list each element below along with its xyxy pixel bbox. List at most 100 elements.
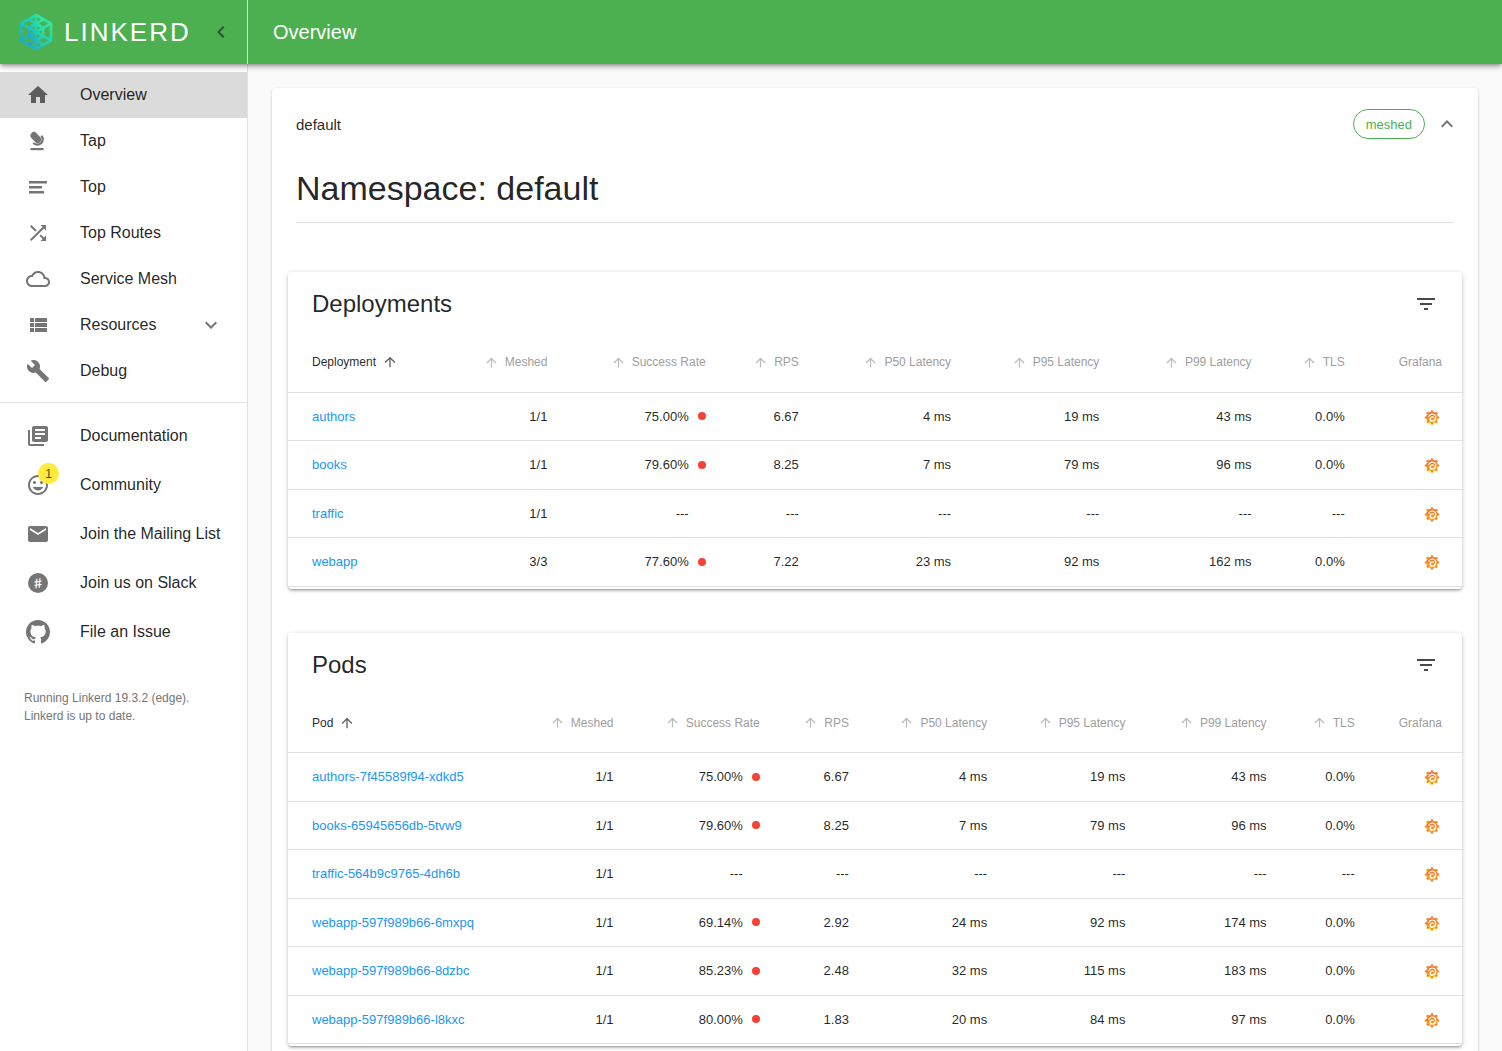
column-header-deployment[interactable]: Deployment: [288, 333, 468, 392]
home-icon: [26, 83, 50, 107]
rps-cell: 7.22: [706, 538, 799, 587]
p95-cell: 19 ms: [987, 753, 1125, 802]
chevron-down-icon[interactable]: [199, 313, 223, 337]
meshed-cell: 1/1: [468, 441, 547, 490]
resource-link[interactable]: authors: [312, 409, 355, 424]
column-header-success-rate[interactable]: Success Rate: [614, 694, 760, 753]
p99-cell: 97 ms: [1125, 995, 1266, 1044]
column-header-grafana[interactable]: Grafana: [1345, 333, 1464, 392]
column-header-p99-latency[interactable]: P99 Latency: [1099, 333, 1251, 392]
filter-icon[interactable]: [1414, 292, 1438, 316]
sidebar-item-tap[interactable]: Tap: [0, 118, 247, 164]
sidebar-item-top[interactable]: Top: [0, 164, 247, 210]
pods-row-webapp-597f989b66-l8kxc: webapp-597f989b66-l8kxc1/180.00%1.8320 m…: [288, 995, 1464, 1044]
tls-cell: 0.0%: [1267, 801, 1355, 850]
resource-link[interactable]: webapp: [312, 554, 358, 569]
rps-cell: 6.67: [706, 392, 799, 441]
tls-cell: 0.0%: [1252, 441, 1345, 490]
sidebar-item-resources[interactable]: Resources: [0, 302, 247, 348]
tls-cell: 0.0%: [1267, 947, 1355, 996]
sort-arrow-icon: [1164, 355, 1179, 370]
pods-row-authors-7f45589f94-xdkd5: authors-7f45589f94-xdkd51/175.00%6.674 m…: [288, 753, 1464, 802]
sort-arrow-icon: [611, 355, 626, 370]
sidebar-item-debug[interactable]: Debug: [0, 348, 247, 394]
grafana-icon[interactable]: [1424, 1012, 1440, 1028]
column-header-meshed[interactable]: Meshed: [468, 333, 547, 392]
sidebar-item-slack[interactable]: Join us on Slack: [0, 558, 247, 607]
chevron-up-icon[interactable]: [1435, 112, 1459, 136]
column-header-tls[interactable]: TLS: [1267, 694, 1355, 753]
column-header-grafana[interactable]: Grafana: [1355, 694, 1464, 753]
sidebar-item-service-mesh[interactable]: Service Mesh: [0, 256, 247, 302]
grafana-icon[interactable]: [1424, 963, 1440, 979]
resource-name-cell: webapp-597f989b66-8dzbc: [288, 947, 518, 996]
resource-link[interactable]: webapp-597f989b66-8dzbc: [312, 963, 470, 978]
p50-cell: 7 ms: [849, 801, 987, 850]
filter-icon[interactable]: [1414, 653, 1438, 677]
meshed-cell: 1/1: [518, 995, 613, 1044]
sidebar-item-label: Service Mesh: [80, 270, 177, 288]
success-rate-cell: 79.60%: [547, 441, 705, 490]
sidebar-item-label: Overview: [80, 86, 147, 104]
tls-cell: 0.0%: [1267, 995, 1355, 1044]
tls-cell: 0.0%: [1252, 538, 1345, 587]
column-header-p50-latency[interactable]: P50 Latency: [849, 694, 987, 753]
resource-link[interactable]: webapp-597f989b66-6mxpq: [312, 915, 474, 930]
deployments-title: Deployments: [288, 272, 1462, 333]
p95-cell: 19 ms: [951, 392, 1099, 441]
sidebar-item-community[interactable]: 1 Community: [0, 460, 247, 509]
grafana-icon[interactable]: [1424, 818, 1440, 834]
pods-row-books-65945656db-5tvw9: books-65945656db-5tvw91/179.60%8.257 ms7…: [288, 801, 1464, 850]
deployments-card: DeploymentsDeploymentMeshedSuccess RateR…: [288, 272, 1462, 589]
grafana-icon[interactable]: [1424, 769, 1440, 785]
column-header-rps[interactable]: RPS: [760, 694, 849, 753]
sidebar-secondary-nav: Documentation 1 Community Join the Maili…: [0, 403, 247, 664]
resource-link[interactable]: traffic: [312, 506, 344, 521]
sidebar-item-file-issue[interactable]: File an Issue: [0, 607, 247, 656]
meshed-cell: 1/1: [518, 898, 613, 947]
grafana-icon[interactable]: [1424, 506, 1440, 522]
main-content: default meshed Namespace: default Deploy…: [248, 64, 1502, 1051]
resource-link[interactable]: traffic-564b9c9765-4dh6b: [312, 866, 460, 881]
sidebar-item-label: Community: [80, 476, 161, 494]
sidebar: Overview Tap Top Top Routes Service Mesh…: [0, 64, 248, 1051]
column-header-p95-latency[interactable]: P95 Latency: [951, 333, 1099, 392]
column-header-meshed[interactable]: Meshed: [518, 694, 613, 753]
sidebar-item-top-routes[interactable]: Top Routes: [0, 210, 247, 256]
sort-arrow-icon: [339, 715, 355, 731]
success-rate-cell: 80.00%: [614, 995, 760, 1044]
column-header-tls[interactable]: TLS: [1252, 333, 1345, 392]
column-header-p50-latency[interactable]: P50 Latency: [799, 333, 951, 392]
sidebar-item-mailing-list[interactable]: Join the Mailing List: [0, 509, 247, 558]
column-header-p99-latency[interactable]: P99 Latency: [1125, 694, 1266, 753]
meshed-cell: 1/1: [518, 947, 613, 996]
p95-cell: 92 ms: [987, 898, 1125, 947]
sort-arrow-icon: [550, 715, 565, 730]
p99-cell: 96 ms: [1099, 441, 1251, 490]
grafana-cell: [1355, 898, 1464, 947]
sidebar-item-label: Top: [80, 178, 106, 196]
grafana-icon[interactable]: [1424, 554, 1440, 570]
grafana-icon[interactable]: [1424, 915, 1440, 931]
resource-link[interactable]: books: [312, 457, 347, 472]
grafana-cell: [1355, 850, 1464, 899]
grafana-icon[interactable]: [1424, 866, 1440, 882]
grafana-icon[interactable]: [1424, 409, 1440, 425]
column-header-success-rate[interactable]: Success Rate: [547, 333, 705, 392]
resource-link[interactable]: webapp-597f989b66-l8kxc: [312, 1012, 465, 1027]
status-dot: [752, 773, 760, 781]
resource-link[interactable]: books-65945656db-5tvw9: [312, 818, 462, 833]
column-header-p95-latency[interactable]: P95 Latency: [987, 694, 1125, 753]
column-header-pod[interactable]: Pod: [288, 694, 518, 753]
meshed-cell: 1/1: [518, 753, 613, 802]
sidebar-item-overview[interactable]: Overview: [0, 72, 247, 118]
column-header-rps[interactable]: RPS: [706, 333, 799, 392]
resource-link[interactable]: authors-7f45589f94-xdkd5: [312, 769, 464, 784]
deployments-row-webapp: webapp3/377.60%7.2223 ms92 ms162 ms0.0%: [288, 538, 1464, 587]
status-dot: [752, 1015, 760, 1023]
resource-name-cell: traffic: [288, 489, 468, 538]
sidebar-item-documentation[interactable]: Documentation: [0, 411, 247, 460]
grafana-icon[interactable]: [1424, 457, 1440, 473]
p50-cell: 7 ms: [799, 441, 951, 490]
sidebar-collapse-icon[interactable]: [209, 20, 233, 44]
